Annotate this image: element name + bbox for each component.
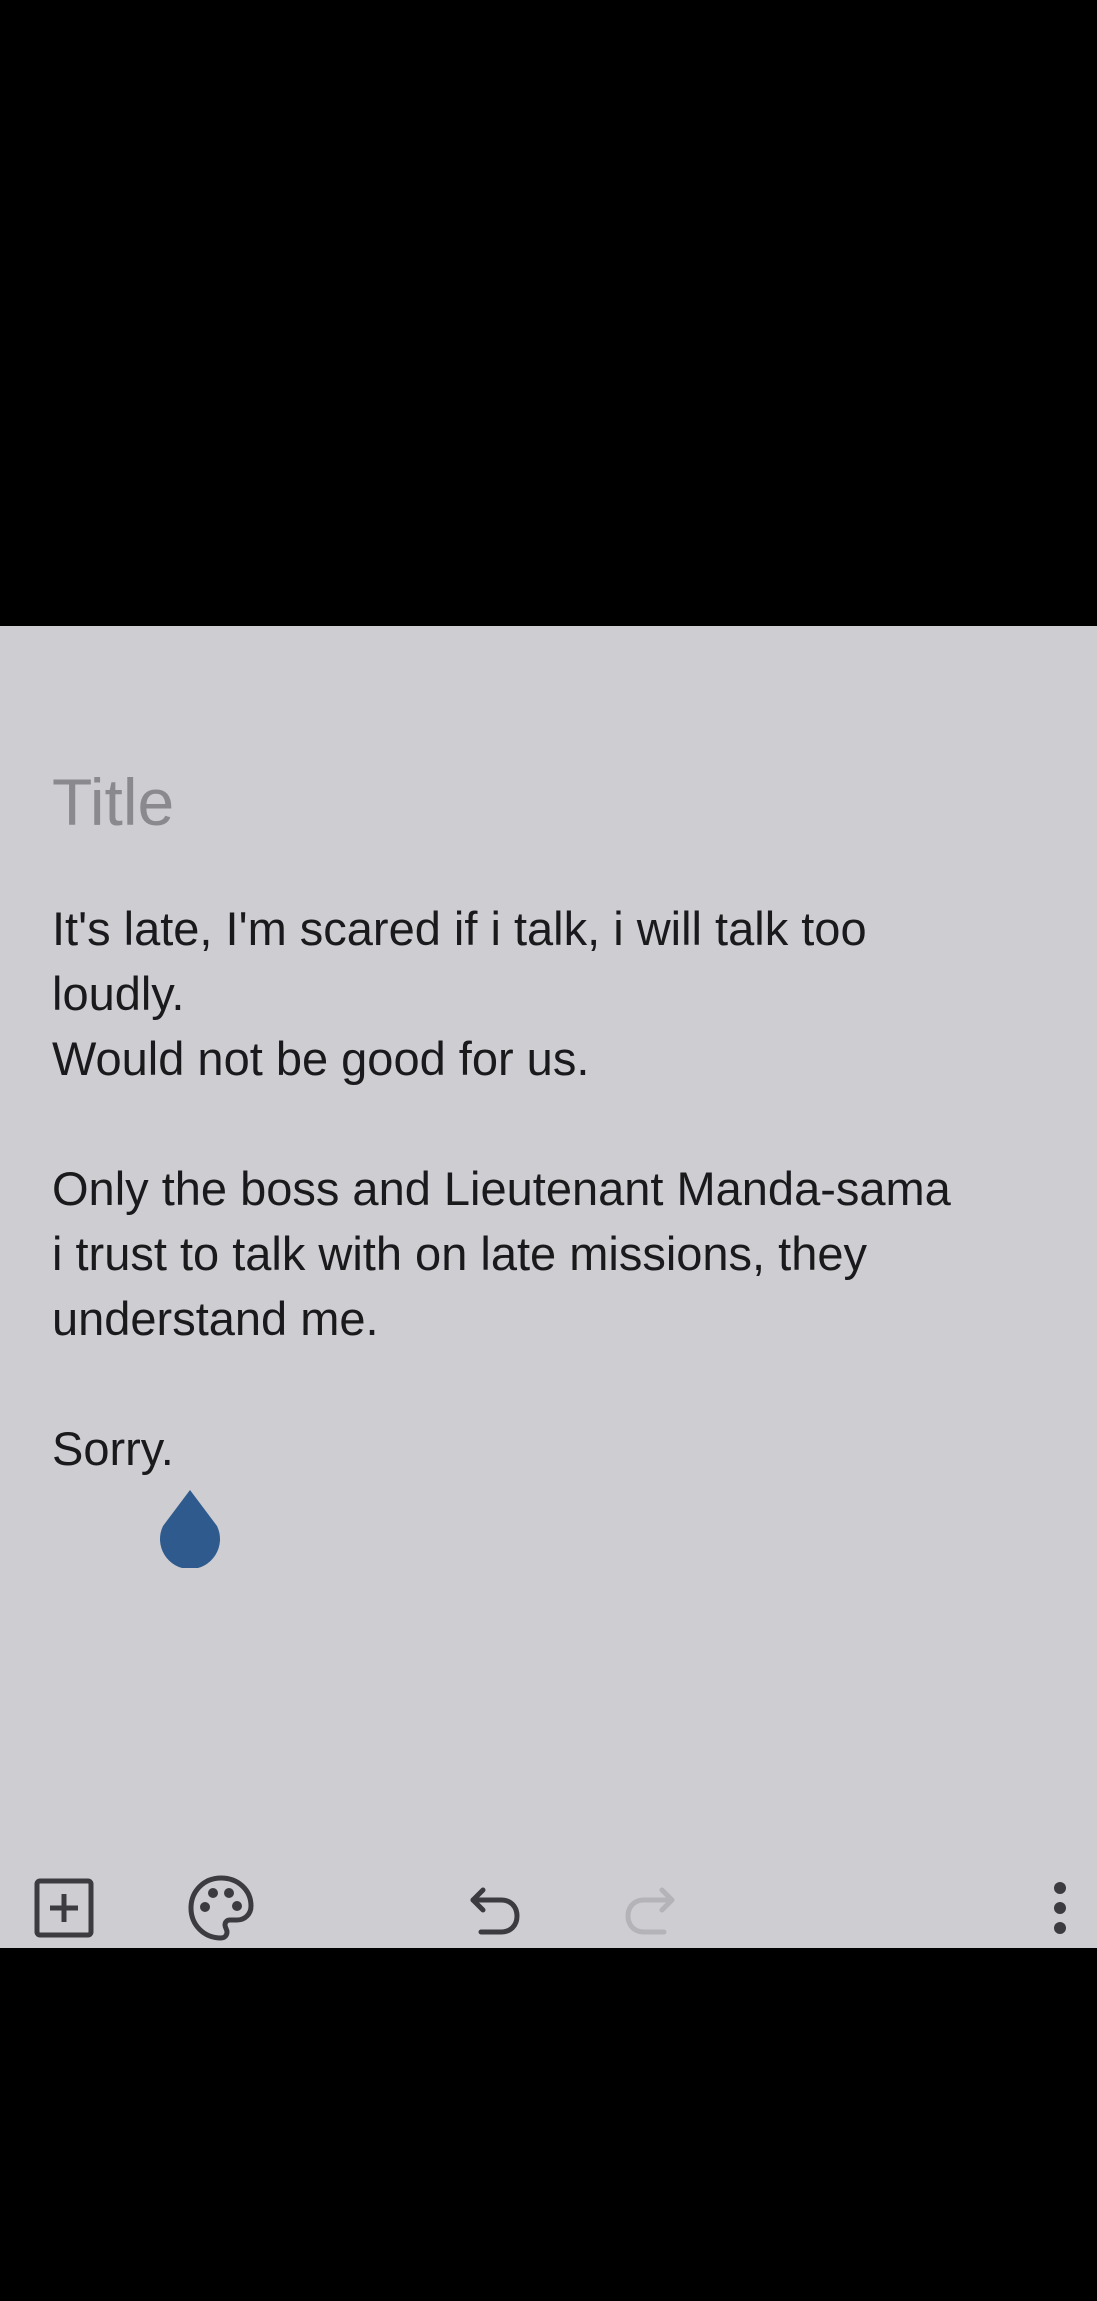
note-body-field[interactable]: It's late, I'm scared if i talk, i will … xyxy=(52,896,1072,1481)
more-vert-icon[interactable] xyxy=(1040,1868,1080,1948)
body-line: loudly. xyxy=(52,967,185,1020)
text-cursor-handle-icon[interactable] xyxy=(157,1488,223,1570)
top-letterbox xyxy=(0,0,1097,626)
body-line-empty xyxy=(52,1091,1072,1156)
add-box-icon[interactable] xyxy=(24,1868,104,1948)
body-line: Sorry. xyxy=(52,1422,174,1475)
body-line: i trust to talk with on late missions, t… xyxy=(52,1227,867,1280)
body-line: understand me. xyxy=(52,1292,379,1345)
bottom-toolbar xyxy=(0,1868,1097,1948)
body-line: Only the boss and Lieutenant Manda-sama xyxy=(52,1162,951,1215)
bottom-letterbox xyxy=(0,1948,1097,2301)
note-editor: Title It's late, I'm scared if i talk, i… xyxy=(0,626,1097,1948)
undo-icon[interactable] xyxy=(455,1868,535,1948)
body-line: Would not be good for us. xyxy=(52,1032,590,1085)
body-line-empty xyxy=(52,1351,1072,1416)
title-field[interactable]: Title xyxy=(52,762,174,842)
palette-icon[interactable] xyxy=(181,1868,261,1948)
redo-icon[interactable] xyxy=(610,1868,690,1948)
body-line: It's late, I'm scared if i talk, i will … xyxy=(52,902,867,955)
